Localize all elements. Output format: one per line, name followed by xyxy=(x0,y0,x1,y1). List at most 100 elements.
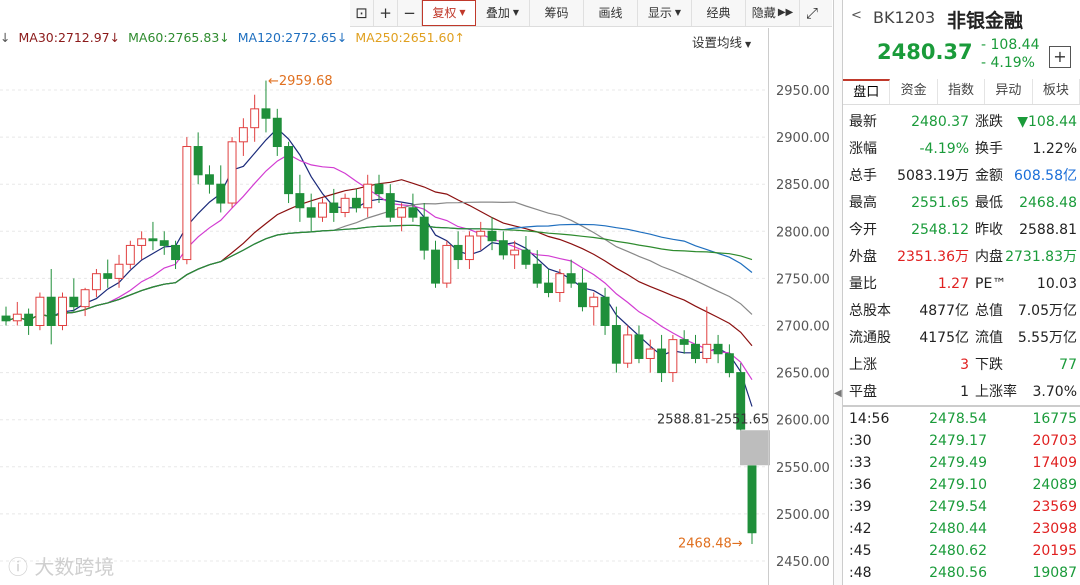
candle-body[interactable] xyxy=(171,244,181,261)
candle-body[interactable] xyxy=(589,296,599,308)
candle-body[interactable] xyxy=(747,465,757,534)
candle-body[interactable] xyxy=(510,249,520,256)
candle-body[interactable] xyxy=(521,249,531,265)
panel-splitter[interactable]: ◀ xyxy=(833,0,843,585)
fuquan-dropdown[interactable]: 复权 ▼ xyxy=(422,0,476,26)
candle-body[interactable] xyxy=(250,108,260,129)
tick-row: :30 2479.17 20703 xyxy=(847,430,1079,452)
candle-body[interactable] xyxy=(713,343,723,355)
chouma-button[interactable]: 筹码 xyxy=(530,0,584,26)
candle-body[interactable] xyxy=(182,146,192,261)
candle-body[interactable] xyxy=(431,249,440,284)
candle-body[interactable] xyxy=(577,282,587,308)
candle-body[interactable] xyxy=(645,348,655,359)
candle-body[interactable] xyxy=(453,244,463,261)
stat-value: 10.03 xyxy=(1036,276,1077,292)
candle-body[interactable] xyxy=(58,296,67,327)
candle-body[interactable] xyxy=(204,174,214,185)
expand-icon[interactable]: ⤢ xyxy=(800,0,824,26)
gap-box xyxy=(740,430,770,466)
candle-body[interactable] xyxy=(668,339,678,374)
tab-pankou[interactable]: 盘口 xyxy=(843,79,891,104)
candle-body[interactable] xyxy=(363,183,373,209)
candle-body[interactable] xyxy=(419,216,429,251)
candle-body[interactable] xyxy=(544,282,554,294)
candle-body[interactable] xyxy=(566,273,576,284)
candle-body[interactable] xyxy=(408,207,418,218)
candle-body[interactable] xyxy=(623,334,633,364)
candle-body[interactable] xyxy=(35,296,45,327)
tab-zhishu[interactable]: 指数 xyxy=(938,79,986,104)
candle-body[interactable] xyxy=(487,230,497,242)
xianshi-label: 显示 xyxy=(647,6,672,20)
candle-body[interactable] xyxy=(24,313,34,327)
candle-body[interactable] xyxy=(306,207,316,218)
plus-icon[interactable]: + xyxy=(1049,46,1071,68)
panel-tabs: 盘口 资金 指数 异动 板块 xyxy=(843,79,1080,105)
candle-body[interactable] xyxy=(476,230,486,237)
candle-body[interactable] xyxy=(442,244,452,284)
candle-body[interactable] xyxy=(679,339,689,345)
candle-body[interactable] xyxy=(611,325,621,364)
y-tick-label: 2950.00 xyxy=(776,84,830,99)
candle-body[interactable] xyxy=(12,313,22,322)
caret-down-icon: ▼ xyxy=(512,8,520,17)
diejia-dropdown[interactable]: 叠加 ▼ xyxy=(476,0,530,26)
candle-body[interactable] xyxy=(284,146,294,195)
candle-body[interactable] xyxy=(46,296,56,327)
candle-body[interactable] xyxy=(340,197,350,213)
candle-body[interactable] xyxy=(702,343,712,359)
candle-body[interactable] xyxy=(634,334,644,359)
divider xyxy=(843,405,1080,407)
candle-body[interactable] xyxy=(148,238,158,242)
tick-time: :33 xyxy=(849,455,872,471)
candle-body[interactable] xyxy=(318,202,327,218)
candle-body[interactable] xyxy=(600,296,610,327)
candle-body[interactable] xyxy=(385,193,395,218)
candle-body[interactable] xyxy=(374,183,384,195)
candle-body[interactable] xyxy=(69,296,79,308)
candle-body[interactable] xyxy=(397,207,407,218)
candle-body[interactable] xyxy=(691,343,700,359)
ma30-value: MA30:2712.97↓ xyxy=(18,30,120,50)
candle-body[interactable] xyxy=(351,197,361,209)
candle-body[interactable] xyxy=(724,353,734,374)
candle-body[interactable] xyxy=(238,127,248,143)
zoom-out-button[interactable]: − xyxy=(398,0,422,26)
tab-yidong[interactable]: 异动 xyxy=(985,79,1033,104)
huaxian-button[interactable]: 画线 xyxy=(584,0,638,26)
candle-body[interactable] xyxy=(103,273,113,279)
candle-body[interactable] xyxy=(159,240,169,246)
candle-body[interactable] xyxy=(80,289,90,308)
candle-body[interactable] xyxy=(261,108,271,119)
ma30-text: MA30:2712.97 xyxy=(18,30,110,45)
xianshi-dropdown[interactable]: 显示 ▼ xyxy=(638,0,692,26)
candle-body[interactable] xyxy=(464,235,474,261)
candle-body[interactable] xyxy=(555,273,565,294)
candle-body[interactable] xyxy=(532,263,542,284)
zoom-in-button[interactable]: + xyxy=(374,0,398,26)
candle-body[interactable] xyxy=(114,263,124,279)
price-change-pct: - 4.19% xyxy=(981,55,1035,71)
candle-body[interactable] xyxy=(329,202,339,213)
tab-zijin[interactable]: 资金 xyxy=(890,79,938,104)
candle-body[interactable] xyxy=(295,193,305,209)
candle-body[interactable] xyxy=(91,273,101,291)
stat-value: 1 xyxy=(960,384,969,400)
candle-body[interactable] xyxy=(193,146,203,176)
lock-icon[interactable]: ⊡ xyxy=(350,0,374,26)
candle-body[interactable] xyxy=(137,238,147,246)
candle-body[interactable] xyxy=(272,117,282,148)
ma-settings-dropdown[interactable]: 设置均线 ▼ xyxy=(692,32,751,51)
yincang-button[interactable]: 隐藏 ▶▶ xyxy=(746,0,800,26)
candle-body[interactable] xyxy=(1,315,11,322)
jingdian-button[interactable]: 经典 xyxy=(692,0,746,26)
candle-body[interactable] xyxy=(125,244,135,265)
kline-chart[interactable]: 2950.00 2900.00 2850.00 2800.00 2750.00 2700.… xyxy=(0,52,834,585)
chevron-left-icon[interactable]: < xyxy=(851,8,862,23)
candle-body[interactable] xyxy=(657,348,667,374)
tab-bankuai[interactable]: 板块 xyxy=(1033,79,1080,104)
candle-body[interactable] xyxy=(498,240,508,256)
candle-body[interactable] xyxy=(216,183,226,204)
candle-body[interactable] xyxy=(227,141,237,204)
